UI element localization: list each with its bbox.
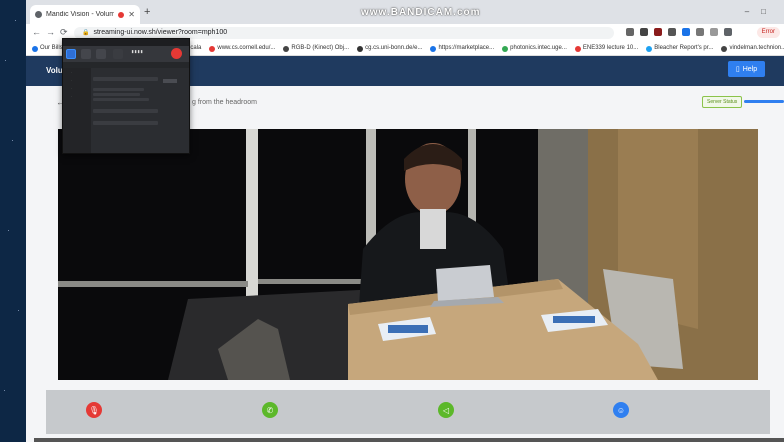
bookmark-item[interactable]: Our Bills: [32, 42, 63, 55]
new-tab-button[interactable]: +: [144, 6, 150, 18]
bookmark-item[interactable]: RGB-D (Kinect) Obj...: [283, 42, 349, 55]
scene-image: [58, 129, 758, 380]
speaker-icon: ◁: [442, 405, 450, 415]
sidebar-item-video[interactable]: ·: [63, 76, 91, 84]
bookmark-item[interactable]: photonics.intec.uge...: [502, 42, 567, 55]
settings-field[interactable]: [93, 121, 159, 125]
call-button[interactable]: ✆: [262, 402, 278, 418]
bookmark-item[interactable]: Bleacher Report's pr...: [646, 42, 713, 55]
bottom-status-strip: [34, 438, 784, 442]
lock-icon: 🔒: [82, 30, 90, 36]
server-status-badge: Server Status: [702, 96, 743, 108]
mic-off-icon: 🎙: [88, 405, 100, 415]
extension-icons: [626, 28, 732, 36]
app-brand: Volu: [46, 66, 63, 75]
help-button[interactable]: ▯ Help: [728, 61, 765, 77]
settings-option[interactable]: [93, 88, 145, 91]
browser-window: Mandic Vision - Volumetric ✕ + www.BANDI…: [26, 0, 784, 442]
sidebar-item-image[interactable]: ·: [63, 84, 91, 92]
help-doc-icon: ▯: [735, 66, 740, 73]
bandicam-settings-panel: [93, 70, 186, 150]
bandicam-recorder-window[interactable]: ▮▮▮▮ · · · ·: [62, 38, 190, 154]
record-button[interactable]: [171, 48, 182, 59]
mic-mute-button[interactable]: 🎙: [86, 402, 102, 418]
stream-subtitle: g from the headroom: [192, 99, 257, 106]
game-mode-button[interactable]: [81, 49, 91, 59]
profile-error-button[interactable]: Error: [756, 27, 780, 38]
volumetric-video-viewer[interactable]: [58, 129, 758, 380]
pause-button[interactable]: [113, 49, 123, 59]
tab-title: Mandic Vision - Volumetric: [46, 11, 115, 18]
sidebar-item-general[interactable]: ·: [63, 68, 91, 76]
bandicam-watermark: www.BANDICAM.com: [361, 7, 481, 18]
server-status-bar: [744, 100, 784, 103]
settings-option[interactable]: [93, 98, 149, 101]
tab-bar: Mandic Vision - Volumetric ✕ + www.BANDI…: [26, 0, 784, 24]
recording-indicator-icon: [118, 11, 125, 18]
browser-tab[interactable]: Mandic Vision - Volumetric ✕: [30, 5, 140, 24]
user-icon: ☺: [616, 405, 626, 415]
bookmark-item[interactable]: vindelman.technion...: [721, 42, 784, 55]
tab-close-icon[interactable]: ✕: [128, 10, 135, 19]
phone-icon: ✆: [266, 405, 274, 415]
window-controls[interactable]: –□: [745, 7, 778, 16]
device-mode-button[interactable]: [96, 49, 106, 59]
bookmark-item[interactable]: www.cs.cornell.edu/...: [209, 42, 275, 55]
bookmark-item[interactable]: cg.cs.uni-bonn.de/e...: [357, 42, 422, 55]
screen-mode-button[interactable]: [66, 49, 76, 59]
bookmark-item[interactable]: ENE339 lecture 10...: [574, 42, 638, 55]
bandicam-sidebar: · · · ·: [63, 68, 91, 153]
tab-favicon-icon: [35, 11, 42, 18]
user-button[interactable]: ☺: [613, 402, 629, 418]
browse-button[interactable]: [162, 79, 177, 83]
nav-buttons-icon[interactable]: ←→⟳: [32, 27, 73, 38]
settings-field[interactable]: [93, 109, 159, 113]
volume-button[interactable]: ◁: [438, 402, 454, 418]
help-label: Help: [742, 65, 758, 73]
settings-option[interactable]: [93, 93, 140, 96]
sidebar-item-about[interactable]: ·: [63, 92, 91, 100]
bandicam-toolbar: ▮▮▮▮: [63, 46, 189, 62]
record-timer-icon: ▮▮▮▮: [131, 49, 144, 55]
output-folder-field[interactable]: [93, 77, 159, 81]
bookmark-item[interactable]: https://marketplace...: [430, 42, 494, 55]
call-control-bar: 🎙 ✆ ◁ ☺: [46, 390, 770, 434]
url-text: streaming-ui.now.sh/viewer?room=mph100: [93, 29, 228, 36]
bandicam-titlebar: [63, 39, 189, 46]
